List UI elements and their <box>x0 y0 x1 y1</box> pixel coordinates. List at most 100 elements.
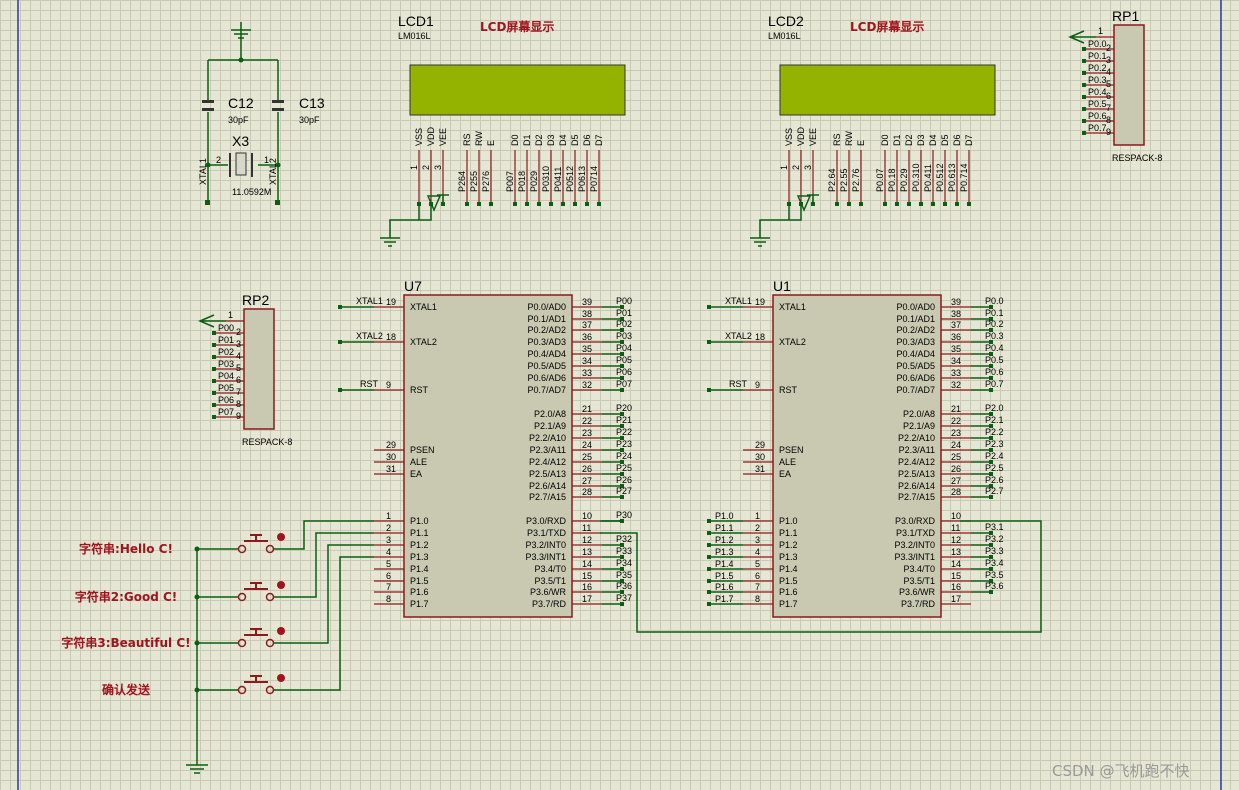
mcu-pin-name: P0.2/AD2 <box>527 325 566 335</box>
svg-text:30: 30 <box>755 452 765 462</box>
svg-text:16: 16 <box>582 582 592 592</box>
svg-text:35: 35 <box>951 344 961 354</box>
mcu-pin-name: P3.1/TXD <box>896 528 936 538</box>
rp1-respack[interactable]: RP1RESPACK-81P0.0 2P0.1 3P0.2 4P0.3 5P0.4 6P0… <box>1068 8 1162 163</box>
svg-text:24: 24 <box>951 440 961 450</box>
svg-text:17: 17 <box>951 594 961 604</box>
lcd-net-label: P2.64 <box>827 168 837 192</box>
lcd-net-label: P0.18 <box>887 168 897 192</box>
button-group[interactable]: 字符串:Hello C! 字符串2:Good C! 字符串3:Beautiful C… <box>61 520 374 774</box>
mcu-pin-name: P1.6 <box>779 587 798 597</box>
u7-mcu[interactable]: U7XTAL119XTAL1XTAL218XTAL2RST9RSTPSEN29A… <box>338 278 632 618</box>
mcu-pin-name: P1.4 <box>410 564 429 574</box>
respack-body <box>1113 24 1145 146</box>
mcu-pin-name: XTAL1 <box>410 302 437 312</box>
mcu-net-label: P20 <box>616 403 632 413</box>
svg-text:18: 18 <box>386 332 396 342</box>
mcu-pin-name: P3.4/T0 <box>534 564 566 574</box>
mcu-pin-name: P2.3/A11 <box>899 445 935 455</box>
lcd-net-label: P276 <box>481 171 491 192</box>
button-label: 字符串:Hello C! <box>79 541 173 556</box>
mcu-net-label: P3.3 <box>985 546 1004 556</box>
mcu-pin-name: P1.2 <box>779 540 798 550</box>
mcu-net-label: XTAL2 <box>725 331 752 341</box>
rp2-respack[interactable]: RP2 RESPACK-8 1 P00 2P01 3P02 4P03 5P04 6P05 7P06… <box>198 292 292 447</box>
svg-text:34: 34 <box>951 356 961 366</box>
mcu-net-label: P26 <box>616 475 632 485</box>
lcd-pin-label: D2 <box>534 134 544 146</box>
mcu-net-label: P22 <box>616 427 632 437</box>
svg-text:9: 9 <box>236 411 241 421</box>
mcu-pin-name: XTAL1 <box>779 302 806 312</box>
svg-text:27: 27 <box>951 476 961 486</box>
mcu-net-label: P3.2 <box>985 534 1004 544</box>
lcd-pin-label: D3 <box>916 134 926 146</box>
lcd-pin-label: D5 <box>940 134 950 146</box>
mcu-pin-name: P2.4/A12 <box>529 457 566 467</box>
svg-text:29: 29 <box>755 440 765 450</box>
svg-text:22: 22 <box>582 416 592 426</box>
svg-text:33: 33 <box>582 368 592 378</box>
svg-text:5: 5 <box>386 559 391 569</box>
mcu-pin-name: XTAL2 <box>779 337 806 347</box>
svg-text:19: 19 <box>755 297 765 307</box>
mcu-pin-name: P2.1/A9 <box>534 421 566 431</box>
lcd2-component[interactable]: LCD2 LM016L LCD屏幕显示 VSS 1 VDD 2 VEE 3 RS RW E D0 D1 D2… <box>750 13 996 247</box>
lcd-net-label: P255 <box>469 171 479 192</box>
mcu-net-label: P0.3 <box>985 331 1004 341</box>
svg-text:5: 5 <box>1106 79 1111 89</box>
svg-text:7: 7 <box>236 387 241 397</box>
svg-text:36: 36 <box>951 332 961 342</box>
schematic-canvas[interactable]: C12 30pF C13 30pF X3 11.0592M 2 1 XTAL1 … <box>0 0 1239 790</box>
lcd-pin-label: D1 <box>522 134 532 146</box>
button-actuator-icon[interactable] <box>277 674 285 682</box>
svg-text:10: 10 <box>582 511 592 521</box>
mcu-pin-name: RST <box>779 385 798 395</box>
mcu-pin-name: P2.0/A8 <box>534 409 566 419</box>
svg-text:10: 10 <box>951 511 961 521</box>
svg-text:9: 9 <box>755 380 760 390</box>
svg-text:12: 12 <box>582 535 592 545</box>
mcu-net-label: P2.5 <box>985 463 1004 473</box>
svg-text:13: 13 <box>951 547 961 557</box>
svg-text:39: 39 <box>951 297 961 307</box>
lcd-pin-label: VSS <box>784 128 794 146</box>
svg-text:27: 27 <box>582 476 592 486</box>
lcd-net-label: P018 <box>517 171 527 192</box>
respack-net-label: P0.6 <box>1088 111 1107 121</box>
svg-text:4: 4 <box>755 547 760 557</box>
lcd-ref: LCD2 <box>768 13 804 29</box>
button-label: 字符串3:Beautiful C! <box>61 635 190 650</box>
respack-net-label: P0.7 <box>1088 123 1107 133</box>
mcu-net-label: P1.5 <box>715 571 734 581</box>
button-actuator-icon[interactable] <box>277 581 285 589</box>
mcu-pin-name: P2.7/A15 <box>898 492 935 502</box>
mcu-pin-name: P3.3/INT1 <box>525 552 566 562</box>
x3-ref: X3 <box>232 133 249 149</box>
mcu-pin-name: P3.0/RXD <box>895 516 936 526</box>
mcu-pin-name: P2.2/A10 <box>529 433 566 443</box>
button-actuator-icon[interactable] <box>277 533 285 541</box>
svg-text:28: 28 <box>582 487 592 497</box>
oscillator-group[interactable]: C12 30pF C13 30pF X3 11.0592M 2 1 XTAL1 … <box>198 22 325 205</box>
respack-net-label: P02 <box>218 347 234 357</box>
svg-text:14: 14 <box>582 559 592 569</box>
lcd-net-label: P0512 <box>565 166 575 192</box>
mcu-net-label: P21 <box>616 415 632 425</box>
mcu-pin-name: P2.7/A15 <box>529 492 566 502</box>
lcd1-component[interactable]: LCD1 LM016L LCD屏幕显示 VSS 1 VDD 2 VEE 3 RS RW E D0 D1 D2… <box>380 13 626 247</box>
respack-net-label: P07 <box>218 407 234 417</box>
svg-text:17: 17 <box>582 594 592 604</box>
mcu-pin-name: P0.0/AD0 <box>896 302 935 312</box>
u1-mcu[interactable]: U1XTAL119XTAL1XTAL218XTAL2RST9RSTPSEN29A… <box>707 278 1004 618</box>
mcu-pin-name: XTAL2 <box>410 337 437 347</box>
mcu-pin-name: P2.5/A13 <box>898 469 935 479</box>
svg-text:8: 8 <box>755 594 760 604</box>
button-actuator-icon[interactable] <box>277 627 285 635</box>
xtal1-net: XTAL1 <box>198 158 208 185</box>
mcu-pin-name: ALE <box>410 457 427 467</box>
svg-text:4: 4 <box>386 547 391 557</box>
svg-text:24: 24 <box>582 440 592 450</box>
lcd-pin-label: RW <box>474 131 484 146</box>
svg-text:11: 11 <box>951 523 960 533</box>
